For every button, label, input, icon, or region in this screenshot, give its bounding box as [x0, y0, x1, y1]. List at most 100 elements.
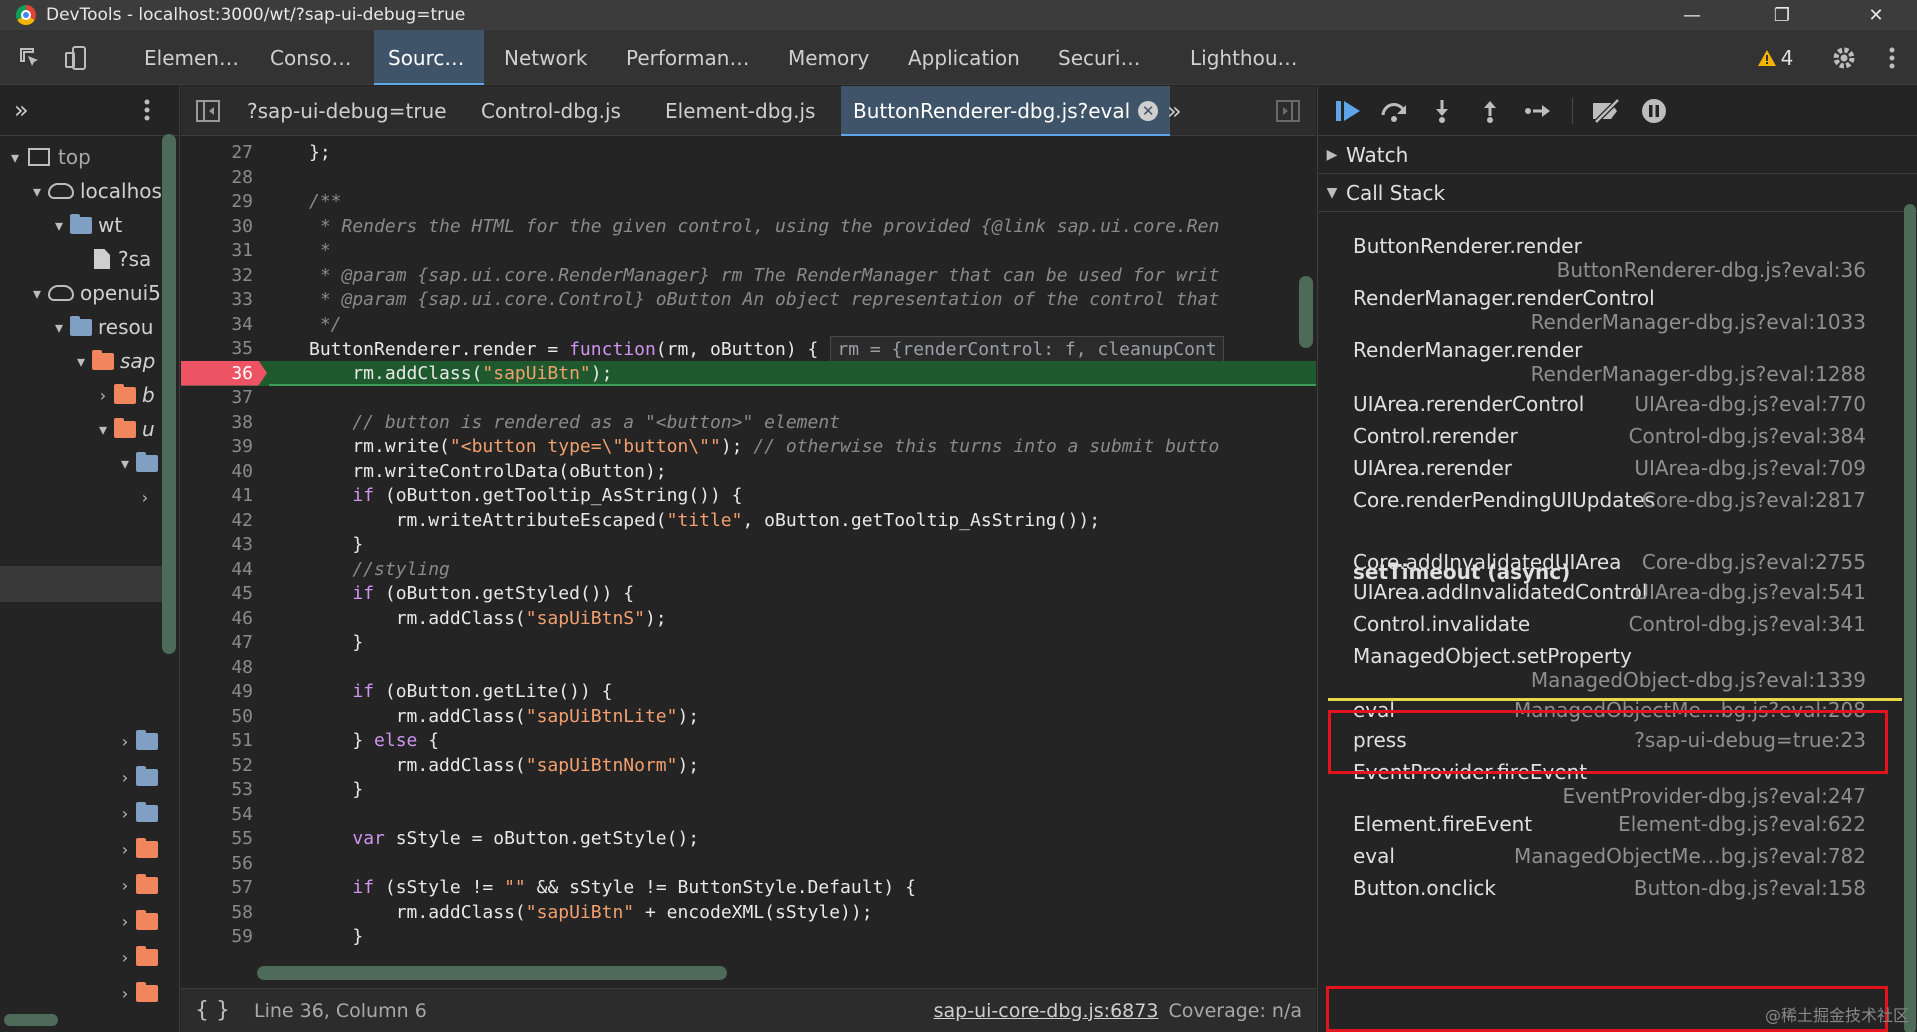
call-frame[interactable]: Core.renderPendingUIUpdates Core-dbg.js?e…: [1318, 488, 1908, 520]
tree-item-localhost[interactable]: ▾ localhos: [0, 174, 168, 208]
line-number[interactable]: 50: [181, 704, 253, 729]
call-frame[interactable]: ButtonRenderer.render ButtonRenderer-dbg.…: [1318, 234, 1908, 286]
line-number[interactable]: 51: [181, 728, 253, 753]
code-line[interactable]: 40 rm.writeControlData(oButton);: [181, 459, 1316, 484]
tree-item-collapsed-folder[interactable]: ›: [0, 868, 168, 902]
toggle-navigator-icon[interactable]: [195, 98, 221, 128]
tree-item-collapsed-folder[interactable]: ›: [0, 796, 168, 830]
call-frame[interactable]: UIArea.rerender UIArea-dbg.js?eval:709: [1318, 456, 1908, 488]
debugger-vertical-scrollbar[interactable]: [1904, 204, 1916, 1032]
code-line[interactable]: 31 *: [181, 238, 1316, 263]
code-vertical-scrollbar[interactable]: [1299, 276, 1313, 348]
line-number[interactable]: 32: [181, 263, 253, 288]
navigator-menu-icon[interactable]: [144, 98, 150, 126]
code-line[interactable]: 51 } else {: [181, 728, 1316, 753]
line-number[interactable]: 54: [181, 802, 253, 827]
code-line[interactable]: 54: [181, 802, 1316, 827]
resume-button[interactable]: [1330, 96, 1366, 126]
call-frame[interactable]: Control.invalidate Control-dbg.js?eval:34…: [1318, 612, 1908, 644]
line-number[interactable]: 49: [181, 679, 253, 704]
code-line[interactable]: 57 if (sStyle != "" && sStyle != ButtonS…: [181, 875, 1316, 900]
tab-security[interactable]: Securi…: [1044, 30, 1154, 85]
tab-sources[interactable]: Sourc…: [374, 30, 484, 85]
code-line[interactable]: 42 rm.writeAttributeEscaped("title", oBu…: [181, 508, 1316, 533]
tree-item-index-file[interactable]: ?sa: [0, 242, 168, 276]
step-over-button[interactable]: [1376, 96, 1412, 126]
line-number[interactable]: 56: [181, 851, 253, 876]
call-frame[interactable]: UIArea.addInvalidatedControl UIArea-dbg.j…: [1318, 580, 1908, 612]
call-stack-section-header[interactable]: ▼ Call Stack: [1318, 174, 1917, 212]
code-line[interactable]: 59 }: [181, 924, 1316, 949]
code-horizontal-scrollbar[interactable]: [257, 966, 727, 980]
code-line[interactable]: 50 rm.addClass("sapUiBtnLite");: [181, 704, 1316, 729]
line-number[interactable]: 30: [181, 214, 253, 239]
pause-on-exceptions-button[interactable]: [1636, 96, 1672, 126]
code-line[interactable]: 56: [181, 851, 1316, 876]
line-number[interactable]: 40: [181, 459, 253, 484]
code-line[interactable]: 37: [181, 385, 1316, 410]
call-frame[interactable]: Button.onclick Button-dbg.js?eval:158: [1318, 876, 1908, 908]
tree-item-collapsed-folder[interactable]: ›: [0, 724, 168, 758]
more-options-icon[interactable]: [1880, 30, 1904, 85]
tab-console[interactable]: Conso…: [256, 30, 366, 85]
warnings-counter[interactable]: 4: [1750, 30, 1800, 85]
line-number[interactable]: 37: [181, 385, 253, 410]
tab-performance[interactable]: Performan…: [612, 30, 763, 85]
code-line[interactable]: 29 /**: [181, 189, 1316, 214]
tree-item-resources[interactable]: ▾ resou: [0, 310, 168, 344]
line-number[interactable]: 55: [181, 826, 253, 851]
call-frame[interactable]: Control.rerender Control-dbg.js?eval:384: [1318, 424, 1908, 456]
tree-item-wt[interactable]: ▾ wt: [0, 208, 168, 242]
code-line[interactable]: 58 rm.addClass("sapUiBtn" + encodeXML(sS…: [181, 900, 1316, 925]
step-into-button[interactable]: [1424, 96, 1460, 126]
code-line[interactable]: 41 if (oButton.getTooltip_AsString()) {: [181, 483, 1316, 508]
tree-item-collapsed-folder[interactable]: ›: [0, 940, 168, 974]
line-number[interactable]: 28: [181, 165, 253, 190]
code-line[interactable]: 39 rm.write("<button type=\"button\""); …: [181, 434, 1316, 459]
source-link[interactable]: sap-ui-core-dbg.js:6873: [934, 1000, 1159, 1022]
minimize-button[interactable]: —: [1662, 0, 1722, 30]
call-frame[interactable]: UIArea.rerenderControl UIArea-dbg.js?eval…: [1318, 392, 1908, 424]
toggle-debugger-icon[interactable]: [1275, 98, 1301, 128]
line-number[interactable]: 52: [181, 753, 253, 778]
line-number[interactable]: 33: [181, 287, 253, 312]
code-line[interactable]: 27};: [181, 140, 1316, 165]
navigator-vertical-scrollbar[interactable]: [162, 134, 176, 654]
call-frame[interactable]: RenderManager.renderControl RenderManager…: [1318, 286, 1908, 338]
line-number[interactable]: 46: [181, 606, 253, 631]
line-number[interactable]: 36: [181, 361, 253, 386]
code-line[interactable]: 32 * @param {sap.ui.core.RenderManager} …: [181, 263, 1316, 288]
line-number[interactable]: 53: [181, 777, 253, 802]
code-line[interactable]: 49 if (oButton.getLite()) {: [181, 679, 1316, 704]
line-number[interactable]: 58: [181, 900, 253, 925]
tab-application[interactable]: Application: [894, 30, 1034, 85]
tree-item-collapsed-folder[interactable]: ›: [0, 832, 168, 866]
tree-item-collapsed-folder[interactable]: ›: [0, 976, 168, 1010]
line-number[interactable]: 57: [181, 875, 253, 900]
tree-item-top[interactable]: ▾ top: [0, 140, 168, 174]
tab-elements[interactable]: Elemen…: [130, 30, 253, 85]
tab-lighthouse[interactable]: Lighthou…: [1176, 30, 1312, 85]
editor-tab-index[interactable]: ?sap-ui-debug=true: [247, 86, 447, 136]
editor-tab-buttonrenderer[interactable]: ButtonRenderer-dbg.js?eval ✕: [841, 86, 1171, 136]
tab-network[interactable]: Network: [490, 30, 602, 85]
maximize-button[interactable]: ❐: [1752, 0, 1812, 30]
close-window-button[interactable]: ✕: [1846, 0, 1906, 30]
line-number[interactable]: 38: [181, 410, 253, 435]
watch-section-header[interactable]: ▶ Watch: [1318, 136, 1917, 174]
inspect-element-icon[interactable]: [12, 30, 48, 85]
tree-item-collapsed-folder[interactable]: ›: [0, 760, 168, 794]
step-out-button[interactable]: [1472, 96, 1508, 126]
navigator-more-tabs-button[interactable]: »: [14, 96, 29, 124]
tree-item-u[interactable]: ▾ u: [0, 412, 168, 446]
code-line[interactable]: 45 if (oButton.getStyled()) {: [181, 581, 1316, 606]
navigator-horizontal-scrollbar[interactable]: [4, 1014, 58, 1026]
code-line[interactable]: 30 * Renders the HTML for the given cont…: [181, 214, 1316, 239]
call-frame[interactable]: eval ManagedObjectMe…bg.js?eval:782: [1318, 844, 1908, 876]
code-line[interactable]: 44 //styling: [181, 557, 1316, 582]
tab-memory[interactable]: Memory: [774, 30, 883, 85]
editor-tab-control-dbg[interactable]: Control-dbg.js: [481, 86, 621, 136]
code-line[interactable]: 38 // button is rendered as a "<button>"…: [181, 410, 1316, 435]
tree-item-sap[interactable]: ▾ sap: [0, 344, 168, 378]
code-line[interactable]: 35 ButtonRenderer.render = function(rm, o…: [181, 336, 1316, 363]
